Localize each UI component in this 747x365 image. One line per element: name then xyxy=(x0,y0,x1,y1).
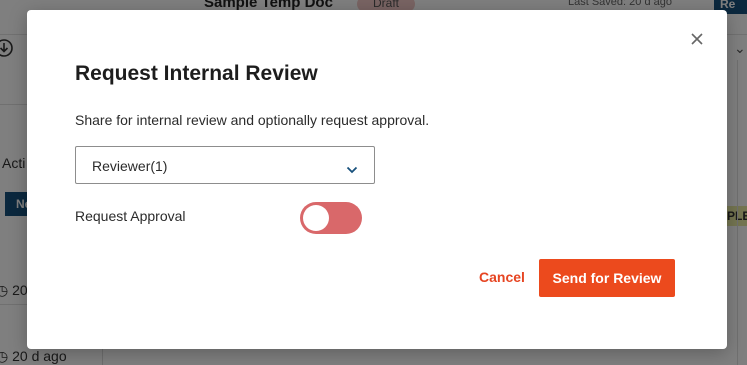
send-for-review-button[interactable]: Send for Review xyxy=(539,259,675,297)
toggle-knob xyxy=(303,205,329,231)
reviewer-select-value: Reviewer(1) xyxy=(92,158,168,174)
chevron-down-icon xyxy=(346,161,358,174)
request-approval-toggle[interactable] xyxy=(300,202,362,234)
reviewer-select[interactable]: Reviewer(1) xyxy=(75,146,375,184)
close-icon[interactable] xyxy=(687,29,707,49)
dialog-description: Share for internal review and optionally… xyxy=(75,112,430,128)
dialog-title: Request Internal Review xyxy=(75,62,318,85)
request-approval-label: Request Approval xyxy=(75,208,186,224)
request-review-dialog: Request Internal Review Share for intern… xyxy=(27,10,727,349)
cancel-button[interactable]: Cancel xyxy=(479,269,525,285)
